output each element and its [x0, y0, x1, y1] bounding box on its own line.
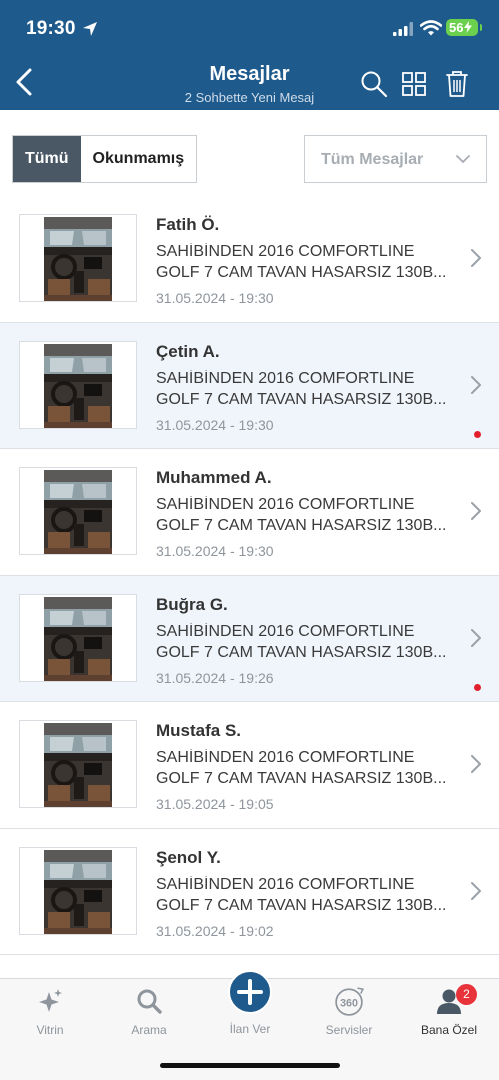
wifi-icon [420, 20, 442, 36]
tab-bana-ozel[interactable]: Bana Özel [399, 979, 499, 1049]
chevron-right-icon [471, 755, 481, 773]
listing-thumbnail [19, 214, 137, 302]
tab-all[interactable]: Tümü [13, 136, 81, 182]
listing-title-line-1: SAHİBİNDEN 2016 COMFORTLINE [156, 243, 415, 260]
cellular-signal-icon [393, 22, 413, 36]
360-icon-text: 360 [340, 997, 358, 1009]
car-interior-photo [44, 217, 112, 301]
sparkles-icon [39, 989, 62, 1012]
tab-arama[interactable]: Arama [99, 979, 199, 1049]
listing-title-line-1: SAHİBİNDEN 2016 COMFORTLINE [156, 496, 415, 513]
tab-label: Servisler [325, 1023, 373, 1037]
chevron-right-icon [471, 628, 481, 647]
delete-button[interactable] [446, 70, 468, 98]
unread-indicator [474, 683, 481, 691]
message-list: Fatih Ö. SAHİBİNDEN 2016 COMFORTLINE GOL… [0, 196, 499, 955]
listing-title-line-1: SAHİBİNDEN 2016 COMFORTLINE [156, 622, 415, 640]
listing-title-line-2: GOLF 7 CAM TAVAN HASARSIZ 130B... [156, 517, 447, 534]
listing-thumbnail [19, 340, 137, 429]
chevron-right-icon [471, 375, 481, 394]
message-timestamp: 31.05.2024 - 19:30 [156, 290, 274, 306]
battery-indicator: 56 [446, 19, 478, 36]
filter-segmented-control: Tümü Okunmamış [12, 135, 198, 183]
sender-name: Çetin A. [156, 341, 220, 361]
listing-title-line-2: GOLF 7 CAM TAVAN HASARSIZ 130B... [156, 264, 447, 281]
battery-level: 56 [449, 20, 464, 35]
tab-label: Vitrin [36, 1023, 64, 1037]
listing-title-line-2: GOLF 7 CAM TAVAN HASARSIZ 130B... [156, 390, 447, 408]
sender-name: Mustafa S. [156, 721, 242, 740]
message-row[interactable]: Çetin A. SAHİBİNDEN 2016 COMFORTLINE GOL… [0, 322, 499, 449]
message-row[interactable]: Şenol Y. SAHİBİNDEN 2016 COMFORTLINE GOL… [0, 828, 499, 955]
tab-vitrin[interactable]: Vitrin [0, 979, 100, 1049]
sender-name: Fatih Ö. [156, 215, 220, 234]
sender-name: Muhammed A. [156, 468, 272, 487]
message-row[interactable]: Fatih Ö. SAHİBİNDEN 2016 COMFORTLINE GOL… [0, 196, 499, 323]
listing-title-line-2: GOLF 7 CAM TAVAN HASARSIZ 130B... [156, 770, 447, 787]
message-timestamp: 31.05.2024 - 19:30 [156, 416, 274, 433]
listing-title-line-2: GOLF 7 CAM TAVAN HASARSIZ 130B... [156, 896, 447, 914]
chevron-right-icon [471, 502, 481, 520]
listing-thumbnail [19, 593, 137, 682]
search-icon [137, 989, 162, 1014]
listing-title-line-1: SAHİBİNDEN 2016 COMFORTLINE [156, 369, 415, 387]
chevron-right-icon [471, 249, 481, 267]
grid-view-button[interactable] [402, 72, 426, 96]
status-time: 19:30 [26, 18, 76, 39]
message-row[interactable]: Buğra G. SAHİBİNDEN 2016 COMFORTLINE GOL… [0, 575, 499, 702]
car-interior-photo [44, 849, 112, 934]
charging-bolt-icon [464, 21, 473, 33]
unread-indicator [474, 430, 481, 438]
car-interior-photo [44, 470, 112, 554]
message-row[interactable]: Muhammed A. SAHİBİNDEN 2016 COMFORTLINE … [0, 449, 499, 576]
notification-badge: 2 [456, 984, 477, 1005]
message-timestamp: 31.05.2024 - 19:30 [156, 543, 274, 559]
listing-title-line-2: GOLF 7 CAM TAVAN HASARSIZ 130B... [156, 643, 447, 661]
message-timestamp: 31.05.2024 - 19:02 [156, 922, 274, 939]
listing-thumbnail [19, 720, 137, 808]
tab-unread[interactable]: Okunmamış [80, 136, 197, 182]
dropdown-value: Tüm Mesajlar [321, 151, 424, 168]
listing-title-line-1: SAHİBİNDEN 2016 COMFORTLINE [156, 749, 415, 766]
plus-icon [237, 979, 263, 1005]
search-button[interactable] [360, 70, 388, 98]
message-timestamp: 31.05.2024 - 19:26 [156, 669, 274, 686]
listing-title-line-1: SAHİBİNDEN 2016 COMFORTLINE [156, 875, 415, 893]
sender-name: Buğra G. [156, 594, 228, 614]
location-arrow-icon [83, 22, 97, 36]
home-indicator [160, 1063, 340, 1068]
360-icon: 360 [335, 987, 365, 1016]
app-header: 19:30 56 Mesajlar 2 Sohbette Yeni Mesaj [0, 0, 499, 110]
tab-label: İlan Ver [229, 1022, 271, 1036]
tab-label: Bana Özel [420, 1023, 478, 1037]
battery-nub [480, 24, 482, 31]
car-interior-photo [44, 596, 112, 681]
message-row[interactable]: Mustafa S. SAHİBİNDEN 2016 COMFORTLINE G… [0, 702, 499, 829]
listing-thumbnail [19, 467, 137, 555]
listing-thumbnail [19, 846, 137, 935]
chevron-down-icon [456, 155, 470, 164]
tab-label: Arama [131, 1023, 167, 1037]
car-interior-photo [44, 343, 112, 428]
sender-name: Şenol Y. [156, 847, 221, 867]
post-listing-button[interactable] [228, 970, 272, 1014]
message-filter-dropdown[interactable]: Tüm Mesajlar [304, 135, 487, 183]
status-bar: 19:30 56 [0, 16, 499, 46]
car-interior-photo [44, 723, 112, 807]
chevron-right-icon [471, 881, 481, 900]
message-timestamp: 31.05.2024 - 19:05 [156, 796, 274, 812]
tab-servisler[interactable]: 360 Servisler [299, 979, 399, 1049]
